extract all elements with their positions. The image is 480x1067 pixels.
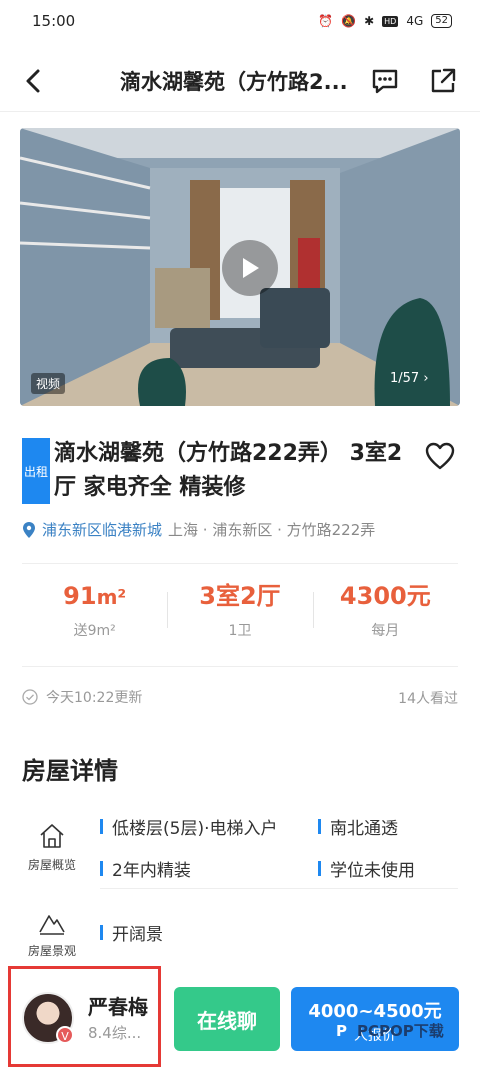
feature-item: 低楼层(5层)·电梯入户: [100, 814, 277, 839]
feature-item: 2年内精装: [100, 856, 191, 881]
video-tag[interactable]: 视频: [31, 373, 66, 394]
stat-value: 91m²: [22, 578, 167, 614]
detail-view: 房屋景观 开阔景: [22, 906, 458, 966]
stat-value: 4300元: [339, 582, 431, 610]
listing-title: 滴水湖馨苑（方竹路222弄） 3室2厅 家电齐全 精装修: [54, 441, 403, 500]
stat-value: 3室2厅: [199, 582, 281, 610]
back-arrow-icon[interactable]: [20, 64, 48, 98]
quote-button[interactable]: 4000~4500元 人报价: [291, 987, 459, 1051]
view-count: 14人看过: [398, 691, 458, 707]
house-icon: [40, 824, 64, 848]
update-time: 今天10:22更新: [46, 690, 143, 706]
stat-sub: 1卫: [228, 623, 252, 639]
chevron-right-icon: ›: [423, 371, 429, 386]
detail-overview: 房屋概览 低楼层(5层)·电梯入户 南北通透 2年内精装 学位未使用: [22, 812, 458, 888]
stat-price: 4300元 每月: [312, 578, 458, 648]
nav-bar: 滴水湖馨苑（方竹路2...: [0, 50, 480, 112]
location-pin-icon: [23, 521, 35, 538]
signal-icon: 4G: [406, 14, 424, 28]
feature-item: 学位未使用: [318, 856, 415, 881]
battery-icon: 52: [431, 14, 452, 28]
status-bar: 15:00 ⏰ 🔕 ✱ HD 4G 52: [0, 0, 480, 42]
feature-item: 开阔景: [100, 920, 163, 945]
divider: [22, 563, 458, 564]
watermark-text: PCPOP下载: [357, 1022, 444, 1040]
area-unit: m²: [96, 585, 127, 609]
share-icon[interactable]: [428, 66, 458, 96]
address[interactable]: 浦东新区临港新城 上海 · 浦东新区 · 方竹路222弄: [22, 519, 375, 540]
photo-counter[interactable]: 1/57 ›: [390, 371, 429, 386]
watermark: P PCPOP下载: [330, 1020, 444, 1041]
verified-badge: V: [56, 1026, 74, 1044]
photo-counter-text: 1/57: [390, 371, 420, 386]
favorite-heart-icon[interactable]: [424, 441, 456, 471]
message-icon[interactable]: [370, 66, 400, 96]
alarm-icon: ⏰: [318, 14, 334, 28]
view-block: 房屋景观: [22, 910, 82, 959]
bluetooth-icon: ✱: [364, 14, 375, 28]
stat-area: 91m² 送9m²: [22, 578, 167, 648]
online-chat-button[interactable]: 在线聊: [174, 987, 280, 1051]
update-info: 今天10:22更新: [22, 687, 142, 707]
watermark-logo: P: [330, 1022, 353, 1040]
stat-sub: 每月: [371, 623, 400, 639]
status-icons: ⏰ 🔕 ✱ HD 4G 52: [318, 14, 452, 28]
section-title: 房屋详情: [22, 757, 118, 785]
address-text: 上海 · 浦东新区 · 方竹路222弄: [168, 521, 376, 539]
divider: [100, 888, 458, 889]
view-label: 房屋景观: [27, 944, 76, 958]
status-time: 15:00: [32, 12, 76, 30]
check-circle-icon: [22, 689, 38, 705]
overview-block: 房屋概览: [22, 822, 82, 873]
page-title: 滴水湖馨苑（方竹路2...: [120, 70, 348, 94]
feature-item: 南北通透: [318, 814, 398, 839]
agent-score: 8.4综...: [88, 1024, 142, 1042]
district-text: 浦东新区临港新城: [42, 521, 163, 539]
key-stats: 91m² 送9m² 3室2厅 1卫 4300元 每月: [22, 578, 458, 648]
agent-name[interactable]: 严春梅: [88, 991, 148, 1020]
divider: [22, 666, 458, 667]
area-value: 91: [63, 582, 97, 610]
stat-sub: 送9m²: [73, 623, 116, 639]
hd-icon: HD: [382, 15, 399, 27]
overview-label: 房屋概览: [27, 858, 76, 872]
play-video-icon[interactable]: [222, 240, 278, 296]
mute-icon: 🔕: [341, 14, 357, 28]
stat-layout: 3室2厅 1卫: [167, 578, 312, 648]
mountain-icon: [39, 915, 65, 935]
rent-badge: 出租: [22, 438, 50, 504]
